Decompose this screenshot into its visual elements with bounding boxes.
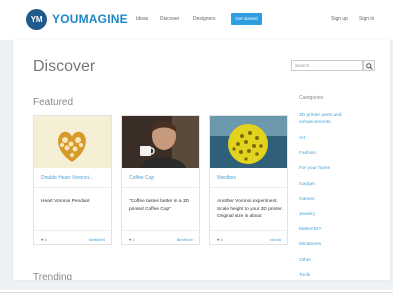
page-title: Discover xyxy=(33,58,96,75)
divider xyxy=(210,187,287,188)
category-link-jewelry[interactable]: Jewelry xyxy=(299,211,369,218)
card-title-link[interactable]: Double Heart Voronoi... xyxy=(41,175,107,181)
category-link-3d-printer-parts[interactable]: 3D printer parts and enhancements xyxy=(299,112,369,126)
divider xyxy=(122,187,199,188)
search-button[interactable] xyxy=(363,60,375,71)
card-title-link[interactable]: Nordbox xyxy=(217,175,283,181)
divider xyxy=(122,230,199,231)
category-link-art[interactable]: Art xyxy=(299,135,369,142)
card-image-yellow-voronoi-sphere[interactable] xyxy=(210,116,287,168)
design-card[interactable]: Nordbox Another Voronoi experiment. Scal… xyxy=(209,115,288,245)
category-link-for-your-home[interactable]: For your home xyxy=(299,165,369,172)
category-link-miniatures[interactable]: Miniatures xyxy=(299,241,369,248)
divider xyxy=(0,292,393,293)
categories-heading: Categories xyxy=(299,95,324,101)
nav-discover-link[interactable]: Discover xyxy=(160,16,179,22)
brand-name[interactable]: YOUMAGINE xyxy=(52,12,128,26)
card-image-heart-pendant[interactable] xyxy=(34,116,111,168)
trending-heading: Trending xyxy=(33,272,73,280)
category-link-gadget[interactable]: Gadget xyxy=(299,181,369,188)
card-description: "Coffee tastes better in a 3D printed Co… xyxy=(129,199,190,212)
divider xyxy=(34,187,111,188)
card-description: Another Voronoi experiment. Scale height… xyxy=(217,199,283,219)
search-input[interactable]: Search xyxy=(291,60,363,71)
category-link-other[interactable]: Other xyxy=(299,257,369,264)
get-started-button[interactable]: Get started xyxy=(231,13,262,25)
nav-designers-link[interactable]: Designers xyxy=(193,16,216,22)
top-navigation-bar: YM YOUMAGINE Ideas Discover Designers Ge… xyxy=(0,0,393,40)
card-image-man-with-cup[interactable] xyxy=(122,116,199,168)
category-link-maker-diy[interactable]: Maker/DIY xyxy=(299,226,369,233)
nav-ideas-link[interactable]: Ideas xyxy=(136,16,148,22)
sign-up-link[interactable]: Sign up xyxy=(331,16,348,22)
content-background: Discover Search Featured Double Heart Vo… xyxy=(0,40,393,290)
category-link-fashion[interactable]: Fashion xyxy=(299,150,369,157)
category-link-tools[interactable]: Tools xyxy=(299,272,369,279)
divider xyxy=(34,230,111,231)
likes-count: 1 xyxy=(132,237,135,242)
sign-in-link[interactable]: Sign in xyxy=(359,16,374,22)
featured-heading: Featured xyxy=(33,97,74,108)
design-card[interactable]: Coffee Cup "Coffee tastes better in a 3D… xyxy=(121,115,200,245)
card-author-link[interactable]: robota xyxy=(270,237,281,242)
divider xyxy=(210,230,287,231)
card-likes[interactable]: ♥ 1 xyxy=(129,237,135,242)
card-likes[interactable]: ♥ 4 xyxy=(41,237,47,242)
category-link-games[interactable]: Games xyxy=(299,196,369,203)
card-title-link[interactable]: Coffee Cup xyxy=(129,175,195,181)
design-card[interactable]: Double Heart Voronoi... Heart Voronoi Pe… xyxy=(33,115,112,245)
card-description: Heart Voronoi Pendant xyxy=(41,199,90,204)
logo-icon[interactable]: YM xyxy=(26,9,47,30)
discover-panel: Discover Search Featured Double Heart Vo… xyxy=(13,40,390,280)
card-author-link[interactable]: Benthore xyxy=(177,237,193,242)
likes-count: 4 xyxy=(44,237,47,242)
card-author-link[interactable]: Netfabb4 xyxy=(89,237,105,242)
likes-count: 4 xyxy=(220,237,223,242)
search-icon xyxy=(366,62,373,70)
card-likes[interactable]: ♥ 4 xyxy=(217,237,223,242)
